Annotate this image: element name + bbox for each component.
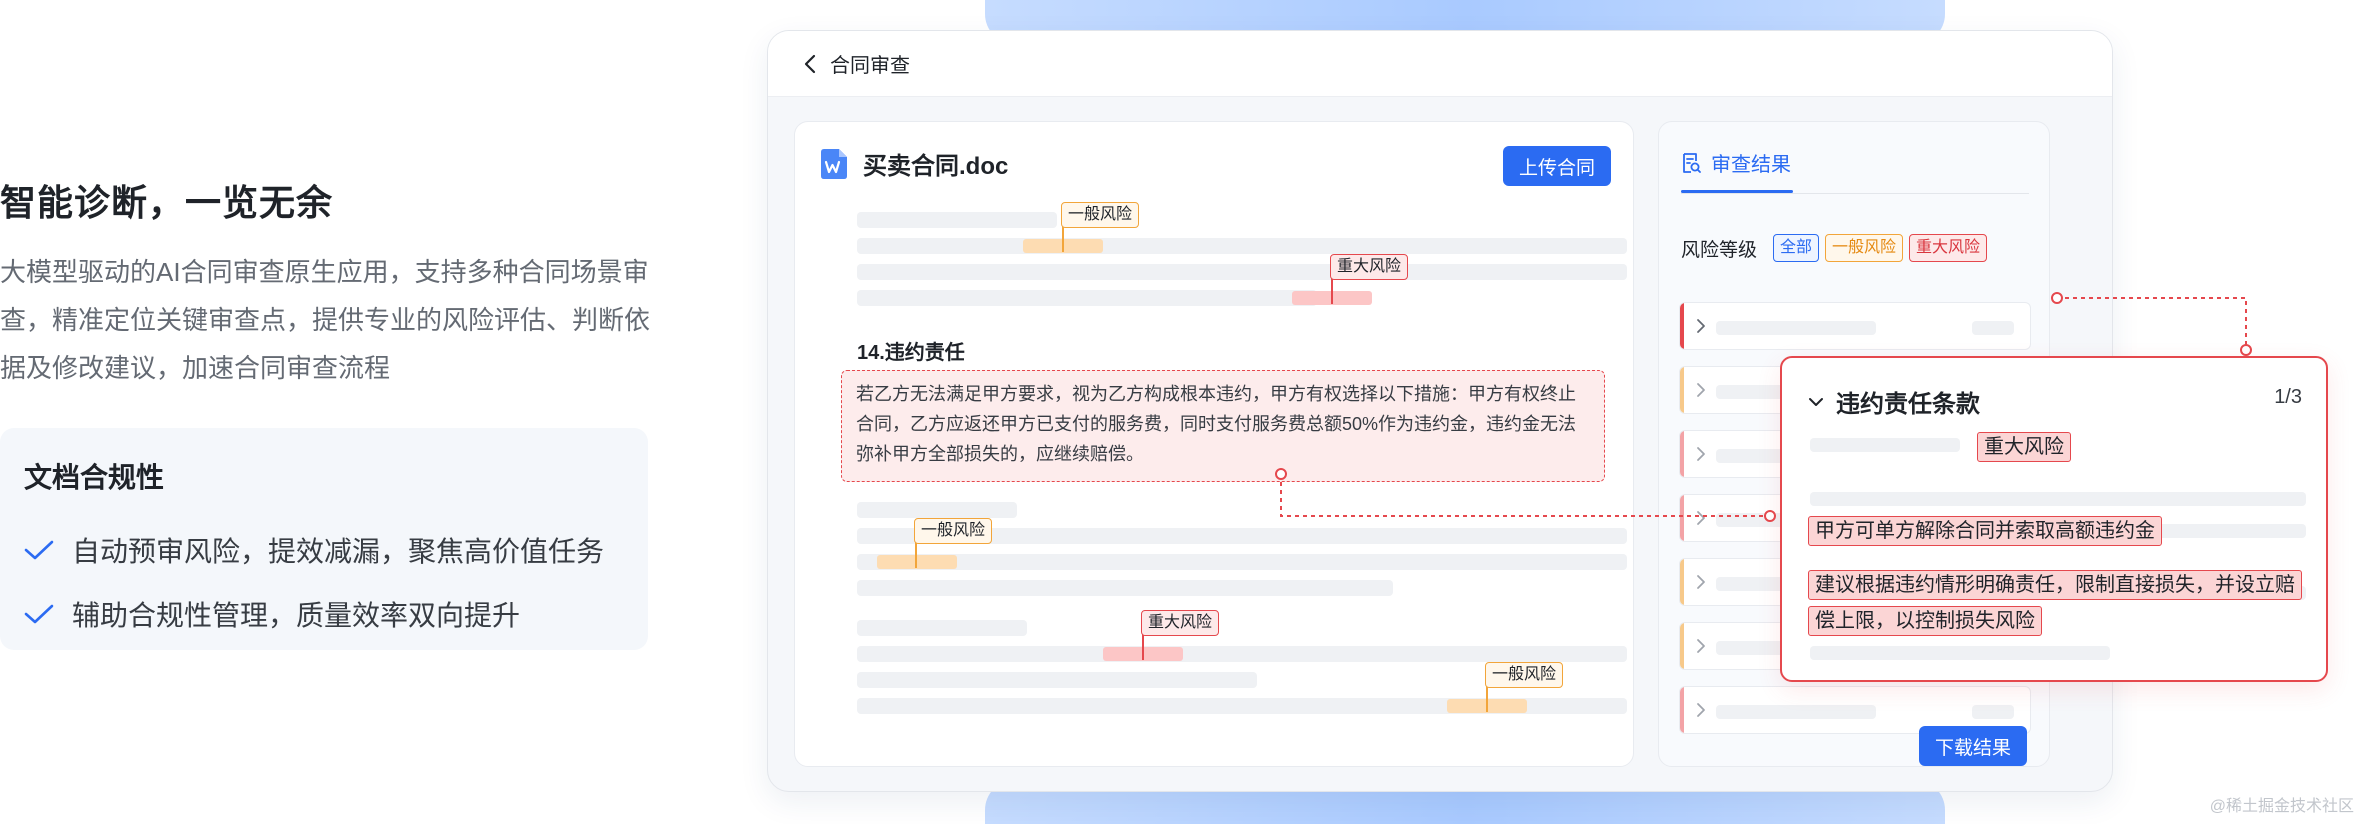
general-risk-tag[interactable]: 一般风险 (1061, 202, 1140, 228)
text-placeholder (1810, 438, 1960, 452)
text-placeholder (857, 620, 1027, 636)
text-placeholder (1972, 705, 2014, 719)
text-placeholder (1716, 321, 1876, 335)
popover-header[interactable]: 违约责任条款 (1808, 384, 1980, 419)
chevron-right-icon (1697, 703, 1705, 717)
risk-level-filter: 风险等级 全部 一般风险 重大风险 (1681, 234, 2031, 262)
result-counter: 1/3 (2274, 386, 2302, 408)
clause-detail-popover: 违约责任条款 1/3 重大风险 甲方可单方解除合同并索取高额违约金 建议根据违约… (1780, 356, 2328, 682)
window-title: 合同审查 (830, 55, 910, 77)
revision-suggestion-line-2: 偿上限，以控制损失风险 (1808, 606, 2042, 636)
tab-divider (1681, 193, 2029, 194)
tab-review-results[interactable]: 审查结果 (1681, 148, 1791, 177)
risk-level-label: 风险等级 (1681, 239, 1758, 261)
document-search-icon (1683, 152, 1701, 173)
text-placeholder (857, 238, 1627, 254)
clause-heading: 14.违约责任 (857, 342, 965, 364)
chevron-right-icon (1697, 447, 1705, 461)
chevron-right-icon (1697, 319, 1705, 333)
chevron-left-icon[interactable] (802, 53, 818, 75)
major-risk-marker (1680, 431, 1684, 477)
major-risk-tag[interactable]: 重大风险 (1330, 254, 1409, 280)
chevron-right-icon (1697, 575, 1705, 589)
filter-major-risk-chip[interactable]: 重大风险 (1909, 234, 1988, 262)
tag-connector (1142, 634, 1144, 660)
revision-suggestion-line-1: 建议根据违约情形明确责任，限制直接损失，并设立赔 (1808, 570, 2302, 600)
feature-title: 文档合规性 (24, 462, 165, 493)
upload-contract-button[interactable]: 上传合同 (1502, 146, 1611, 186)
general-risk-marker (1680, 559, 1684, 605)
hero-description: 大模型驱动的AI合同审查原生应用，支持多种合同场景审查，精准定位关键审查点，提供… (0, 257, 651, 383)
major-risk-marker (1680, 303, 1684, 349)
tag-connector (1486, 686, 1488, 712)
feature-item: 辅助合规性管理，质量效率双向提升 (24, 582, 624, 646)
document-header: 买卖合同.doc (819, 146, 1008, 181)
highlighted-clause[interactable]: 若乙方无法满足甲方要求，视为乙方构成根本违约，甲方有权选择以下措施：甲方有权终止… (841, 370, 1605, 482)
risk-highlight[interactable] (877, 555, 957, 569)
tag-connector (915, 542, 917, 568)
check-icon (24, 604, 54, 624)
text-placeholder (1972, 321, 2014, 335)
feature-item: 自动预审风险，提效减漏，聚焦高价值任务 (24, 518, 624, 582)
hero-title: 智能诊断，一览无余 (0, 182, 334, 223)
text-placeholder (857, 290, 1317, 306)
text-placeholder (1810, 492, 2306, 506)
download-results-button[interactable]: 下载结果 (1918, 726, 2027, 766)
text-placeholder (1716, 705, 1876, 719)
text-placeholder (857, 646, 1627, 662)
document-panel: 买卖合同.doc 上传合同 一般风险 重大风险 14.违约责任 若乙方无法满足甲… (794, 121, 1634, 767)
general-risk-marker (1680, 367, 1684, 413)
chevron-right-icon (1697, 639, 1705, 653)
text-placeholder (857, 554, 1627, 570)
text-placeholder (857, 672, 1257, 688)
text-placeholder (857, 212, 1057, 228)
upload-contract-label: 上传合同 (1518, 157, 1595, 179)
chevron-right-icon (1697, 383, 1705, 397)
risk-finding: 甲方可单方解除合同并索取高额违约金 (1808, 516, 2162, 546)
chevron-down-icon[interactable] (1808, 396, 1824, 408)
major-risk-marker (1680, 495, 1684, 541)
watermark: @稀土掘金技术社区 (2209, 798, 2354, 815)
general-risk-tag[interactable]: 一般风险 (914, 518, 993, 544)
tag-connector (1331, 278, 1333, 304)
word-document-icon (821, 148, 847, 179)
tag-connector (1062, 226, 1064, 252)
download-results-label: 下载结果 (1934, 737, 2011, 759)
filter-all-chip[interactable]: 全部 (1773, 234, 1820, 262)
result-item[interactable] (1679, 302, 2031, 350)
feature-item-text: 自动预审风险，提效减漏，聚焦高价值任务 (72, 536, 605, 567)
major-risk-tag: 重大风险 (1977, 432, 2071, 462)
chevron-right-icon (1697, 511, 1705, 525)
text-placeholder (857, 502, 1017, 518)
text-placeholder (1810, 646, 2110, 660)
popover-title: 违约责任条款 (1836, 391, 1980, 418)
feature-item-text: 辅助合规性管理，质量效率双向提升 (72, 600, 521, 631)
general-risk-marker (1680, 623, 1684, 669)
text-placeholder (857, 264, 1627, 280)
tab-review-results-label: 审查结果 (1711, 154, 1791, 176)
active-tab-indicator (1681, 190, 1793, 193)
feature-card: 文档合规性 自动预审风险，提效减漏，聚焦高价值任务 辅助合规性管理，质量效率双向… (0, 428, 648, 650)
filter-general-risk-chip[interactable]: 一般风险 (1825, 234, 1904, 262)
general-risk-tag[interactable]: 一般风险 (1485, 662, 1564, 688)
document-file-name: 买卖合同.doc (863, 153, 1009, 180)
text-placeholder (857, 580, 1393, 596)
major-risk-tag[interactable]: 重大风险 (1141, 610, 1220, 636)
major-risk-marker (1680, 687, 1684, 733)
check-icon (24, 540, 54, 560)
marketing-section: 智能诊断，一览无余 大模型驱动的AI合同审查原生应用，支持多种合同场景审查，精准… (0, 0, 660, 824)
window-header: 合同审查 (768, 31, 2112, 97)
